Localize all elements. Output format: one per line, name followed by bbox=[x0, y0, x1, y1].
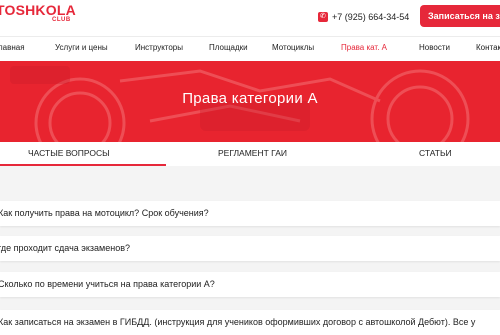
tab-articles[interactable]: СТАТЬИ bbox=[419, 148, 452, 158]
nav-item-contacts[interactable]: Контак bbox=[476, 43, 500, 52]
content-tabs: ЧАСТЫЕ ВОПРОСЫ РЕГЛАМЕНТ ГАИ СТАТЬИ bbox=[0, 142, 500, 167]
nav-item-license-a[interactable]: Права кат. А bbox=[341, 43, 387, 52]
page-title: Права категории А bbox=[182, 90, 318, 107]
nav-item-services[interactable]: Услуги и цены bbox=[55, 43, 108, 52]
nav-item-grounds[interactable]: Площадки bbox=[209, 43, 248, 52]
nav-item-motorcycles[interactable]: Мотоциклы bbox=[272, 43, 314, 52]
logo-text: TOSHKOLA bbox=[0, 2, 76, 18]
phone-number: +7 (925) 664-34-54 bbox=[332, 12, 410, 22]
main-nav: лавная Услуги и цены Инструкторы Площадк… bbox=[0, 36, 500, 62]
faq-question: где проходит сдача экзаменов? bbox=[0, 243, 130, 253]
logo-subtext: CLUB bbox=[52, 17, 71, 23]
site-header: TOSHKOLA CLUB ✆ +7 (925) 664-34-54 Запис… bbox=[0, 0, 500, 36]
faq-question: Сколько по времени учиться на права кате… bbox=[0, 279, 215, 289]
faq-item[interactable]: Сколько по времени учиться на права кате… bbox=[0, 272, 500, 297]
faq-item[interactable]: Как получить права на мотоцикл? Срок обу… bbox=[0, 201, 500, 226]
faq-item[interactable]: где проходит сдача экзаменов? bbox=[0, 236, 500, 261]
faq-list: Как получить права на мотоцикл? Срок обу… bbox=[0, 166, 500, 335]
nav-item-news[interactable]: Новости bbox=[419, 43, 450, 52]
phone-icon: ✆ bbox=[318, 12, 328, 22]
faq-question: Как получить права на мотоцикл? Срок обу… bbox=[0, 208, 209, 218]
hero-banner: Права категории А bbox=[0, 61, 500, 142]
signup-button[interactable]: Записаться на з bbox=[420, 5, 500, 27]
nav-item-home[interactable]: лавная bbox=[0, 43, 25, 52]
tab-regulations[interactable]: РЕГЛАМЕНТ ГАИ bbox=[218, 148, 287, 158]
tab-faq[interactable]: ЧАСТЫЕ ВОПРОСЫ bbox=[28, 148, 110, 158]
phone-link[interactable]: ✆ +7 (925) 664-34-54 bbox=[318, 10, 409, 24]
faq-question: Как записаться на экзамен в ГИБДД. (инст… bbox=[0, 317, 476, 327]
faq-item[interactable]: Как записаться на экзамен в ГИБДД. (инст… bbox=[0, 310, 500, 335]
nav-item-instructors[interactable]: Инструкторы bbox=[135, 43, 183, 52]
